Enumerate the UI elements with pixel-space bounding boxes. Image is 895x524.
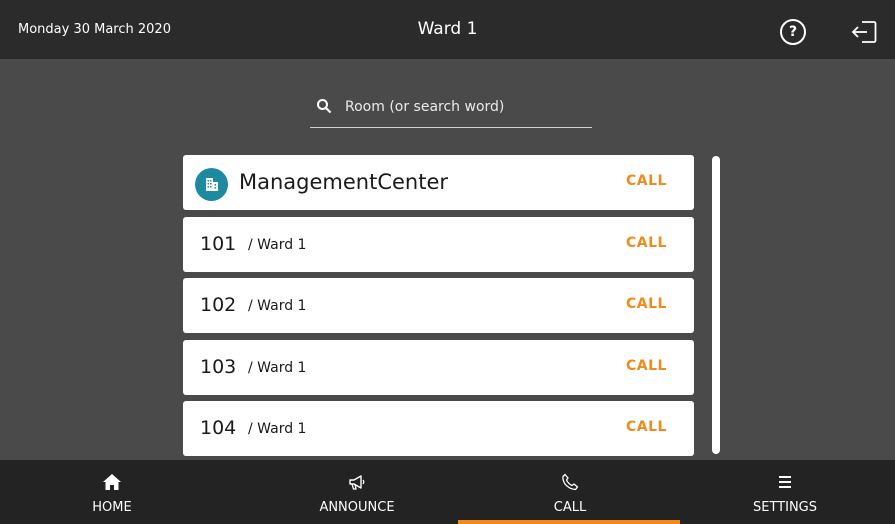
call-button[interactable]: CALL bbox=[626, 296, 667, 312]
call-button[interactable]: CALL bbox=[626, 358, 667, 374]
room-ward: / Ward 1 bbox=[248, 298, 307, 314]
room-name: ManagementCenter bbox=[239, 170, 449, 194]
search-placeholder: Room (or search word) bbox=[345, 99, 505, 115]
menu-icon bbox=[779, 476, 791, 488]
list-item-room[interactable]: 104 / Ward 1 CALL bbox=[183, 401, 694, 456]
room-ward: / Ward 1 bbox=[248, 360, 307, 376]
call-button[interactable]: CALL bbox=[626, 173, 667, 189]
question-circle-icon: ? bbox=[788, 24, 798, 40]
call-button[interactable]: CALL bbox=[626, 235, 667, 251]
top-bar: Monday 30 March 2020 Ward 1 ? bbox=[0, 0, 895, 59]
phone-icon bbox=[562, 473, 579, 491]
help-button[interactable]: ? bbox=[780, 19, 806, 45]
building-icon bbox=[195, 168, 228, 201]
nav-settings[interactable]: SETTINGS bbox=[673, 460, 895, 524]
nav-announce[interactable]: ANNOUNCE bbox=[245, 460, 469, 524]
list-item-management-center[interactable]: ManagementCenter CALL bbox=[183, 155, 694, 210]
room-number: 101 bbox=[200, 233, 237, 255]
nav-label: HOME bbox=[92, 500, 132, 515]
nav-label: SETTINGS bbox=[752, 500, 817, 515]
list-item-room[interactable]: 103 / Ward 1 CALL bbox=[183, 340, 694, 395]
megaphone-icon bbox=[349, 475, 365, 490]
room-number: 102 bbox=[200, 294, 237, 316]
bottom-nav: HOME ANNOUNCE CALL SETTINGS bbox=[0, 460, 895, 524]
nav-label: CALL bbox=[553, 500, 587, 515]
list-scrollbar[interactable] bbox=[712, 156, 720, 454]
search-field[interactable]: Room (or search word) bbox=[310, 90, 592, 128]
search-icon bbox=[317, 99, 332, 114]
page-title: Ward 1 bbox=[417, 19, 478, 39]
list-item-room[interactable]: 101 / Ward 1 CALL bbox=[183, 217, 694, 272]
room-ward: / Ward 1 bbox=[248, 237, 307, 253]
logout-icon[interactable] bbox=[851, 20, 877, 44]
home-icon bbox=[103, 474, 121, 490]
list-item-room[interactable]: 102 / Ward 1 CALL bbox=[183, 278, 694, 333]
room-ward: / Ward 1 bbox=[248, 421, 307, 437]
nav-call[interactable]: CALL bbox=[458, 460, 682, 524]
room-number: 103 bbox=[200, 356, 237, 378]
room-number: 104 bbox=[200, 417, 237, 439]
active-tab-indicator bbox=[458, 520, 680, 524]
nav-home[interactable]: HOME bbox=[0, 460, 224, 524]
nav-label: ANNOUNCE bbox=[319, 500, 395, 515]
room-list: ManagementCenter CALL 101 / Ward 1 CALL … bbox=[183, 155, 694, 460]
call-button[interactable]: CALL bbox=[626, 419, 667, 435]
